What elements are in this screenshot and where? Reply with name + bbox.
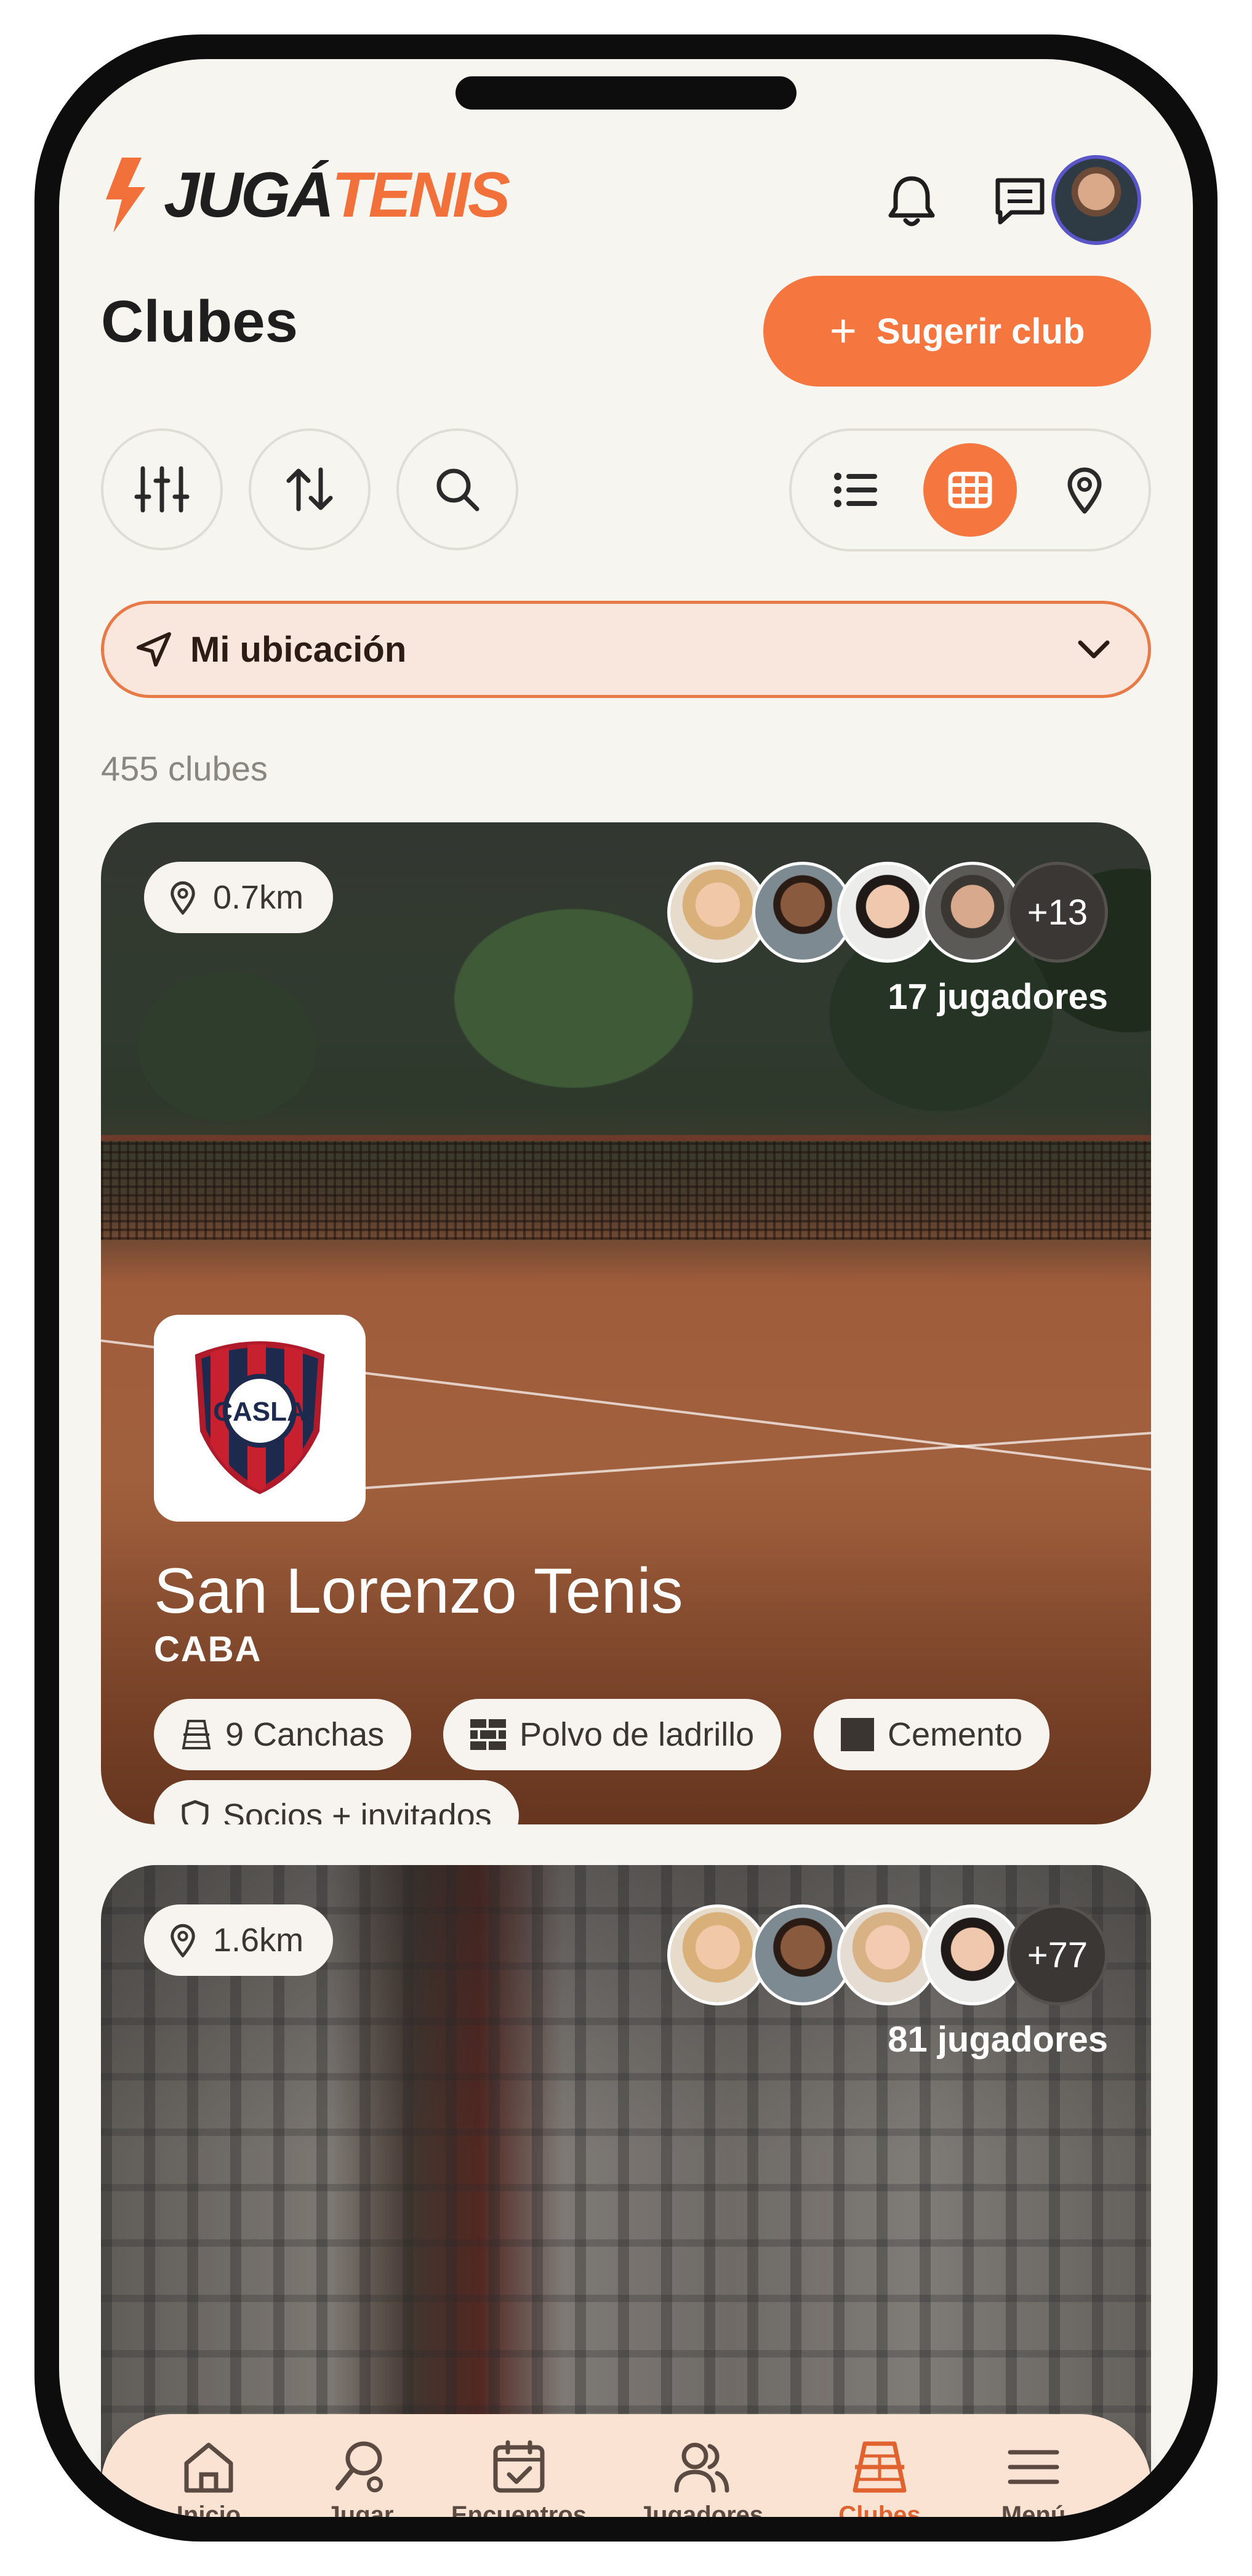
- court-icon: [853, 2441, 907, 2493]
- messages-button[interactable]: [986, 167, 1054, 235]
- search-icon: [436, 468, 480, 512]
- nav-item-jugadores[interactable]: Jugadores: [630, 2439, 772, 2517]
- sliders-icon: [134, 466, 190, 513]
- nav-item-jugar[interactable]: Jugar: [289, 2439, 431, 2517]
- nav-item-clubes[interactable]: Clubes: [809, 2439, 950, 2517]
- club-crest-icon: CASLA: [195, 1341, 325, 1495]
- distance-badge: 1.6km: [144, 1904, 334, 1976]
- profile-avatar[interactable]: [1051, 155, 1141, 245]
- chevron-down-icon: [1078, 640, 1110, 659]
- home-icon: [184, 2442, 233, 2493]
- distance-value: 1.6km: [213, 1922, 304, 1959]
- sort-arrows-icon: [286, 467, 333, 512]
- page-title: Clubes: [101, 289, 299, 355]
- access-chip: Socios + invitados: [154, 1780, 519, 1824]
- chip-label: Cemento: [888, 1716, 1023, 1753]
- player-avatars[interactable]: +77: [667, 1904, 1108, 2005]
- nav-label: Jugadores: [638, 2502, 764, 2517]
- suggest-club-button[interactable]: + Sugerir club: [763, 276, 1151, 387]
- nav-label: Encuentros: [451, 2502, 587, 2517]
- shield-icon: [182, 1800, 209, 1824]
- bottom-nav: Inicio Jugar Encuentros Jugadores Clubes…: [101, 2414, 1151, 2517]
- racket-icon: [335, 2441, 383, 2492]
- location-select[interactable]: Mi ubicación: [101, 601, 1151, 698]
- surface-chip: Polvo de ladrillo: [443, 1699, 782, 1770]
- club-logo: CASLA: [154, 1315, 366, 1522]
- nav-item-inicio[interactable]: Inicio: [138, 2439, 279, 2517]
- bell-icon: [888, 176, 935, 227]
- distance-badge: 0.7km: [144, 862, 334, 933]
- location-pin-icon: [171, 1924, 195, 1957]
- map-view-button[interactable]: [1038, 443, 1131, 537]
- courts-chip: 9 Canchas: [154, 1699, 412, 1770]
- svg-text:CASLA: CASLA: [213, 1397, 307, 1427]
- logo-text-tenis: TENIS: [331, 159, 510, 231]
- more-players-badge: +77: [1007, 1904, 1108, 2005]
- logo-text-juga: JUGÁ: [164, 159, 334, 231]
- users-icon: [674, 2442, 729, 2493]
- search-button[interactable]: [396, 428, 518, 550]
- players-count: 17 jugadores: [888, 977, 1108, 1017]
- nav-label: Jugar: [326, 2502, 394, 2517]
- club-card[interactable]: 0.7km +13 17 jugadores CASLA San Lorenzo…: [101, 822, 1151, 1824]
- chip-label: Polvo de ladrillo: [520, 1716, 755, 1753]
- device-notch: [455, 76, 797, 110]
- nav-label: Menú: [1001, 2502, 1066, 2517]
- nav-item-menu[interactable]: Menú: [963, 2439, 1104, 2517]
- list-icon: [834, 473, 877, 507]
- grid-view-button[interactable]: [923, 443, 1017, 537]
- surface-chip: Cemento: [814, 1699, 1050, 1770]
- bolt-logo-icon: [106, 158, 145, 233]
- suggest-club-label: Sugerir club: [876, 311, 1085, 351]
- player-avatars[interactable]: +13: [667, 862, 1108, 963]
- menu-icon: [1008, 2450, 1059, 2484]
- chip-label: Socios + invitados: [223, 1797, 492, 1824]
- players-count: 81 jugadores: [888, 2020, 1108, 2060]
- map-pin-icon: [1067, 467, 1102, 514]
- more-players-badge: +13: [1007, 862, 1108, 963]
- notifications-button[interactable]: [878, 167, 945, 235]
- court-icon: [182, 1720, 211, 1749]
- list-view-button[interactable]: [809, 443, 902, 537]
- app-screen: JUGÁTENIS Clubes + Sugerir club Mi ubica…: [59, 59, 1193, 2517]
- club-city: CABA: [154, 1629, 262, 1669]
- tennis-net: [101, 1135, 1151, 1240]
- court-line: [359, 1427, 1151, 1490]
- cement-icon: [841, 1718, 874, 1751]
- nav-item-encuentros[interactable]: Encuentros: [448, 2439, 590, 2517]
- distance-value: 0.7km: [213, 879, 304, 916]
- grid-icon: [948, 471, 992, 508]
- navigation-arrow-icon: [137, 632, 171, 667]
- calendar-check-icon: [493, 2440, 545, 2493]
- plus-icon: +: [829, 305, 857, 357]
- chip-label: 9 Canchas: [225, 1716, 385, 1753]
- logo-wordmark: JUGÁTENIS: [164, 159, 510, 232]
- results-count: 455 clubes: [101, 749, 268, 788]
- location-select-value: Mi ubicación: [190, 629, 407, 670]
- chat-icon: [995, 178, 1045, 225]
- nav-label: Clubes: [838, 2502, 921, 2517]
- filters-button[interactable]: [101, 428, 223, 550]
- club-name: San Lorenzo Tenis: [154, 1555, 683, 1627]
- location-pin-icon: [171, 881, 195, 915]
- sort-button[interactable]: [249, 428, 371, 550]
- view-mode-switcher: [789, 428, 1151, 552]
- nav-label: Inicio: [176, 2502, 241, 2517]
- app-logo[interactable]: JUGÁTENIS: [101, 155, 510, 235]
- brick-icon: [470, 1719, 506, 1750]
